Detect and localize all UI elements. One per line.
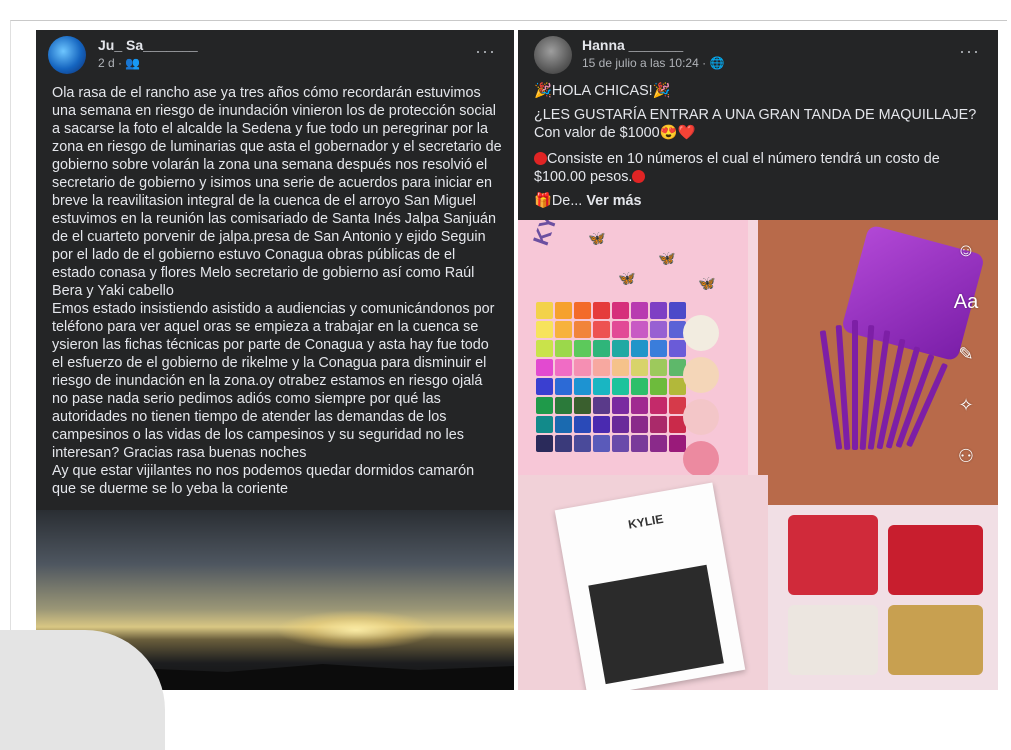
post-timestamp[interactable]: 2 d · 👥: [98, 56, 140, 70]
lash-brand-text: KYLIE: [627, 511, 665, 532]
post-header: Hanna _______ 15 de julio a las 10:24 · …: [518, 30, 998, 80]
post-line-question: ¿LES GUSTARÍA ENTRAR A UNA GRAN TANDA DE…: [534, 107, 977, 141]
makeup-cases: [768, 505, 998, 690]
highlighter-pans: [683, 315, 743, 477]
post-left: Ju_ Sa_______ 2 d · 👥 ··· Ola rasa de el…: [36, 30, 514, 690]
author-avatar[interactable]: [48, 36, 86, 74]
tag-person-icon[interactable]: ⚇: [946, 446, 986, 467]
globe-icon: 🌐: [709, 56, 725, 70]
post-timestamp[interactable]: 15 de julio a las 10:24 · 🌐: [582, 56, 724, 70]
butterfly-icon: 🦋: [618, 270, 636, 286]
red-circle-icon: [632, 170, 646, 183]
eyelash-kit: KYLIE: [518, 475, 768, 690]
draw-icon[interactable]: ✎: [946, 344, 986, 365]
see-more-link[interactable]: Ver más: [586, 193, 641, 209]
eyeshadow-grid: [536, 302, 686, 452]
red-circle-icon: [534, 152, 547, 165]
post-paragraph: Ola rasa de el rancho ase ya tres años c…: [52, 85, 502, 299]
more-options-button[interactable]: ···: [959, 42, 980, 60]
author-avatar[interactable]: [534, 36, 572, 74]
post-line-truncated: 🎁De... Ver más: [534, 192, 984, 210]
more-options-button[interactable]: ···: [475, 42, 496, 60]
post-time[interactable]: 15 de julio a las 10:24 ·: [582, 56, 706, 70]
post-body: Ola rasa de el rancho ase ya tres años c…: [52, 84, 502, 498]
sun-glow: [276, 610, 436, 650]
eyeshadow-palette: KYLIE 🦋 🦋 🦋 🦋: [518, 220, 748, 477]
author-name[interactable]: Hanna _______: [582, 37, 683, 53]
post-paragraph: Ay que estar vijilantes no nos podemos q…: [52, 463, 475, 497]
butterfly-icon: 🦋: [698, 275, 716, 291]
post-photo-collage[interactable]: KYLIE 🦋 🦋 🦋 🦋: [518, 220, 998, 690]
butterfly-icon: 🦋: [588, 230, 606, 246]
lash-tray: [588, 564, 724, 685]
friends-icon: 👥: [125, 56, 141, 70]
details-text: Consiste en 10 números el cual el número…: [534, 151, 940, 185]
post-time[interactable]: 2 d ·: [98, 56, 122, 70]
truncated-text: 🎁De...: [534, 193, 583, 209]
post-line-greeting: 🎉HOLA CHICAS!🎉: [534, 83, 671, 99]
palette-brand-text: KYLIE: [528, 220, 575, 249]
butterfly-icon: 🦋: [658, 250, 676, 266]
post-line-details: Consiste en 10 números el cual el número…: [534, 150, 984, 186]
effects-icon[interactable]: ✧: [946, 395, 986, 416]
post-paragraph: Emos estado insistiendo asistido a audie…: [52, 301, 495, 461]
post-right: Hanna _______ 15 de julio a las 10:24 · …: [518, 30, 998, 690]
photo-editor-tools: ☺ Aa ✎ ✧ ⚇: [946, 240, 986, 497]
post-header: Ju_ Sa_______ 2 d · 👥 ···: [36, 30, 514, 80]
sticker-icon[interactable]: ☺: [946, 240, 986, 261]
lash-card: KYLIE: [554, 482, 746, 690]
author-name[interactable]: Ju_ Sa_______: [98, 37, 198, 53]
text-tool-button[interactable]: Aa: [946, 291, 986, 314]
